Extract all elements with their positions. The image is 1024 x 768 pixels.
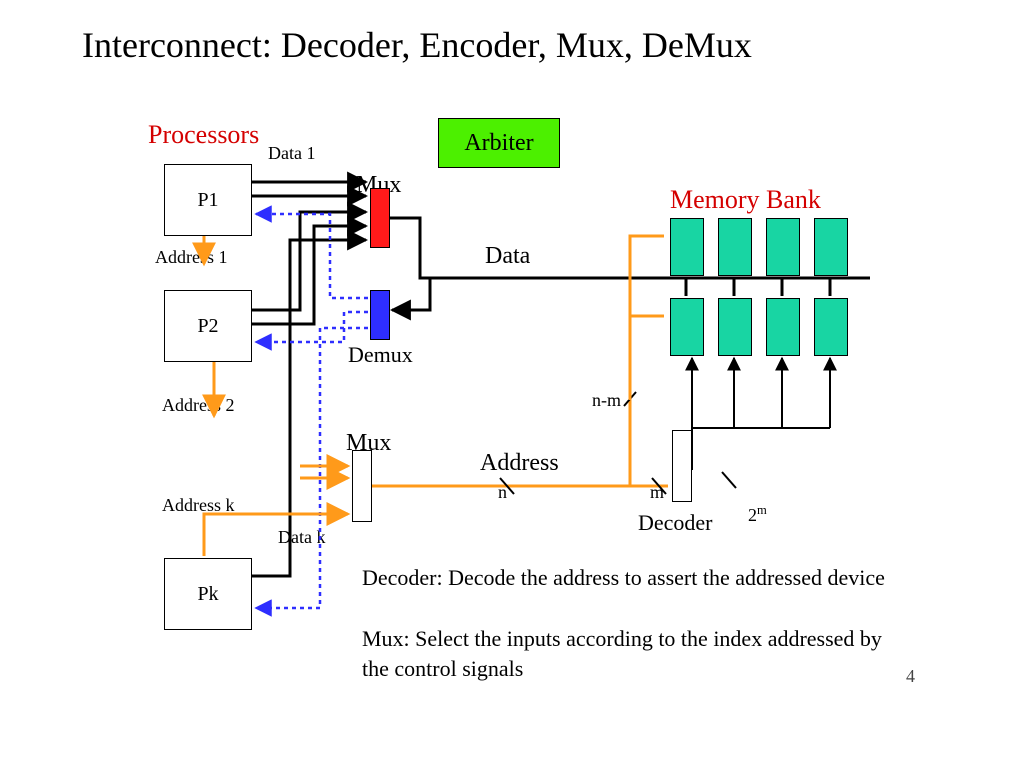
address-bus-label: Address <box>480 450 559 477</box>
addressk-label: Address k <box>162 495 235 516</box>
mem-cell <box>670 298 704 356</box>
m-label: m <box>650 482 664 503</box>
data-bus-label: Data <box>485 243 530 270</box>
demux-label: Demux <box>348 342 413 368</box>
mux-box <box>370 188 390 248</box>
mem-cell <box>766 298 800 356</box>
datak-label: Data k <box>278 527 325 548</box>
slide-number: 4 <box>906 666 915 687</box>
n-label: n <box>498 482 507 503</box>
processor-p1: P1 <box>164 164 252 236</box>
mux-addr-box <box>352 450 372 522</box>
decoder-box <box>672 430 692 502</box>
decoder-label: Decoder <box>638 510 713 536</box>
mem-cell <box>814 218 848 276</box>
mem-cell <box>718 218 752 276</box>
mem-cell <box>814 298 848 356</box>
processors-label: Processors <box>148 120 259 150</box>
processor-p2: P2 <box>164 290 252 362</box>
data1-label: Data 1 <box>268 143 315 164</box>
diagram-stage: Interconnect: Decoder, Encoder, Mux, DeM… <box>0 0 1024 768</box>
arbiter-box: Arbiter <box>438 118 560 168</box>
mem-cell <box>766 218 800 276</box>
caption-decoder: Decoder: Decode the address to assert th… <box>362 563 892 593</box>
arbiter-label: Arbiter <box>464 130 533 157</box>
page-title: Interconnect: Decoder, Encoder, Mux, DeM… <box>82 24 752 66</box>
address2-label: Address 2 <box>162 395 235 416</box>
nm-label: n-m <box>592 390 621 411</box>
mem-cell <box>718 298 752 356</box>
mem-cell <box>670 218 704 276</box>
caption-mux: Mux: Select the inputs according to the … <box>362 624 892 683</box>
address1-label: Address 1 <box>155 247 228 268</box>
memory-bank-label: Memory Bank <box>670 185 821 215</box>
demux-box <box>370 290 390 340</box>
processor-pk: Pk <box>164 558 252 630</box>
two-m-label: 2m <box>730 482 767 547</box>
